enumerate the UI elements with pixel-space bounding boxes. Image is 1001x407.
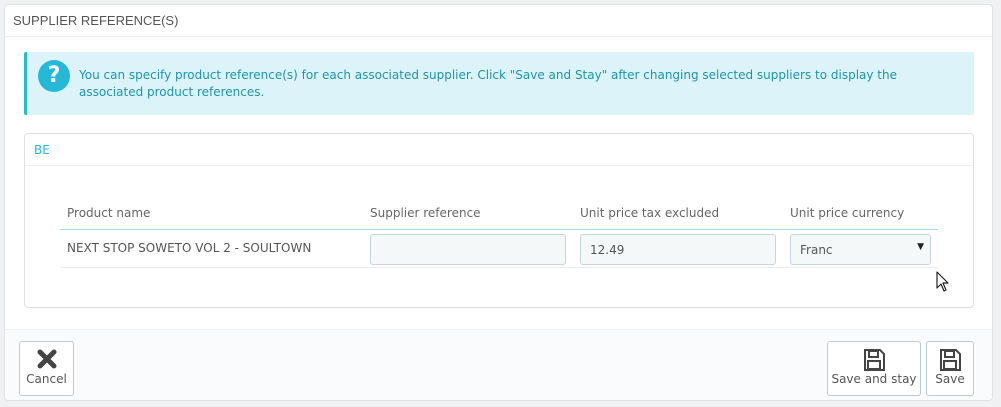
info-alert: ? You can specify product reference(s) f…: [24, 52, 974, 115]
alert-text: You can specify product reference(s) for…: [79, 68, 897, 99]
save-label: Save: [935, 372, 965, 386]
column-supplier-reference: Supplier reference: [370, 206, 481, 220]
unit-price-input[interactable]: [580, 234, 776, 265]
cancel-label: Cancel: [26, 372, 67, 386]
close-icon: [37, 349, 56, 369]
currency-select[interactable]: Franc ▼: [790, 234, 931, 265]
supplier-reference-input[interactable]: [370, 234, 566, 265]
column-unit-price: Unit price tax excluded: [580, 206, 720, 220]
question-icon: ?: [38, 60, 70, 92]
floppy-disk-icon: [940, 349, 961, 371]
cancel-button[interactable]: Cancel: [19, 341, 74, 396]
save-button[interactable]: Save: [926, 341, 974, 396]
supplier-references-panel: SUPPLIER REFERENCE(S) ? You can specify …: [4, 4, 993, 401]
table-header: Product name Supplier reference Unit pri…: [60, 206, 938, 230]
save-and-stay-label: Save and stay: [831, 372, 917, 386]
column-product-name: Product name: [67, 206, 151, 220]
column-unit-price-currency: Unit price currency: [790, 206, 905, 220]
panel-footer: Cancel Save and stay Save: [5, 329, 992, 400]
floppy-disk-icon: [864, 349, 885, 371]
save-and-stay-button[interactable]: Save and stay: [827, 341, 921, 396]
table-row: NEXT STOP SOWETO VOL 2 - SOULTOWN Franc …: [60, 230, 938, 268]
mouse-cursor-icon: [936, 271, 949, 292]
supplier-name: BE: [25, 134, 973, 166]
supplier-panel: BE Product name Supplier reference Unit …: [24, 133, 974, 308]
product-name: NEXT STOP SOWETO VOL 2 - SOULTOWN: [67, 241, 312, 255]
currency-select-value: Franc: [800, 243, 833, 257]
panel-title: SUPPLIER REFERENCE(S): [5, 5, 992, 37]
caret-down-icon: ▼: [917, 242, 924, 252]
